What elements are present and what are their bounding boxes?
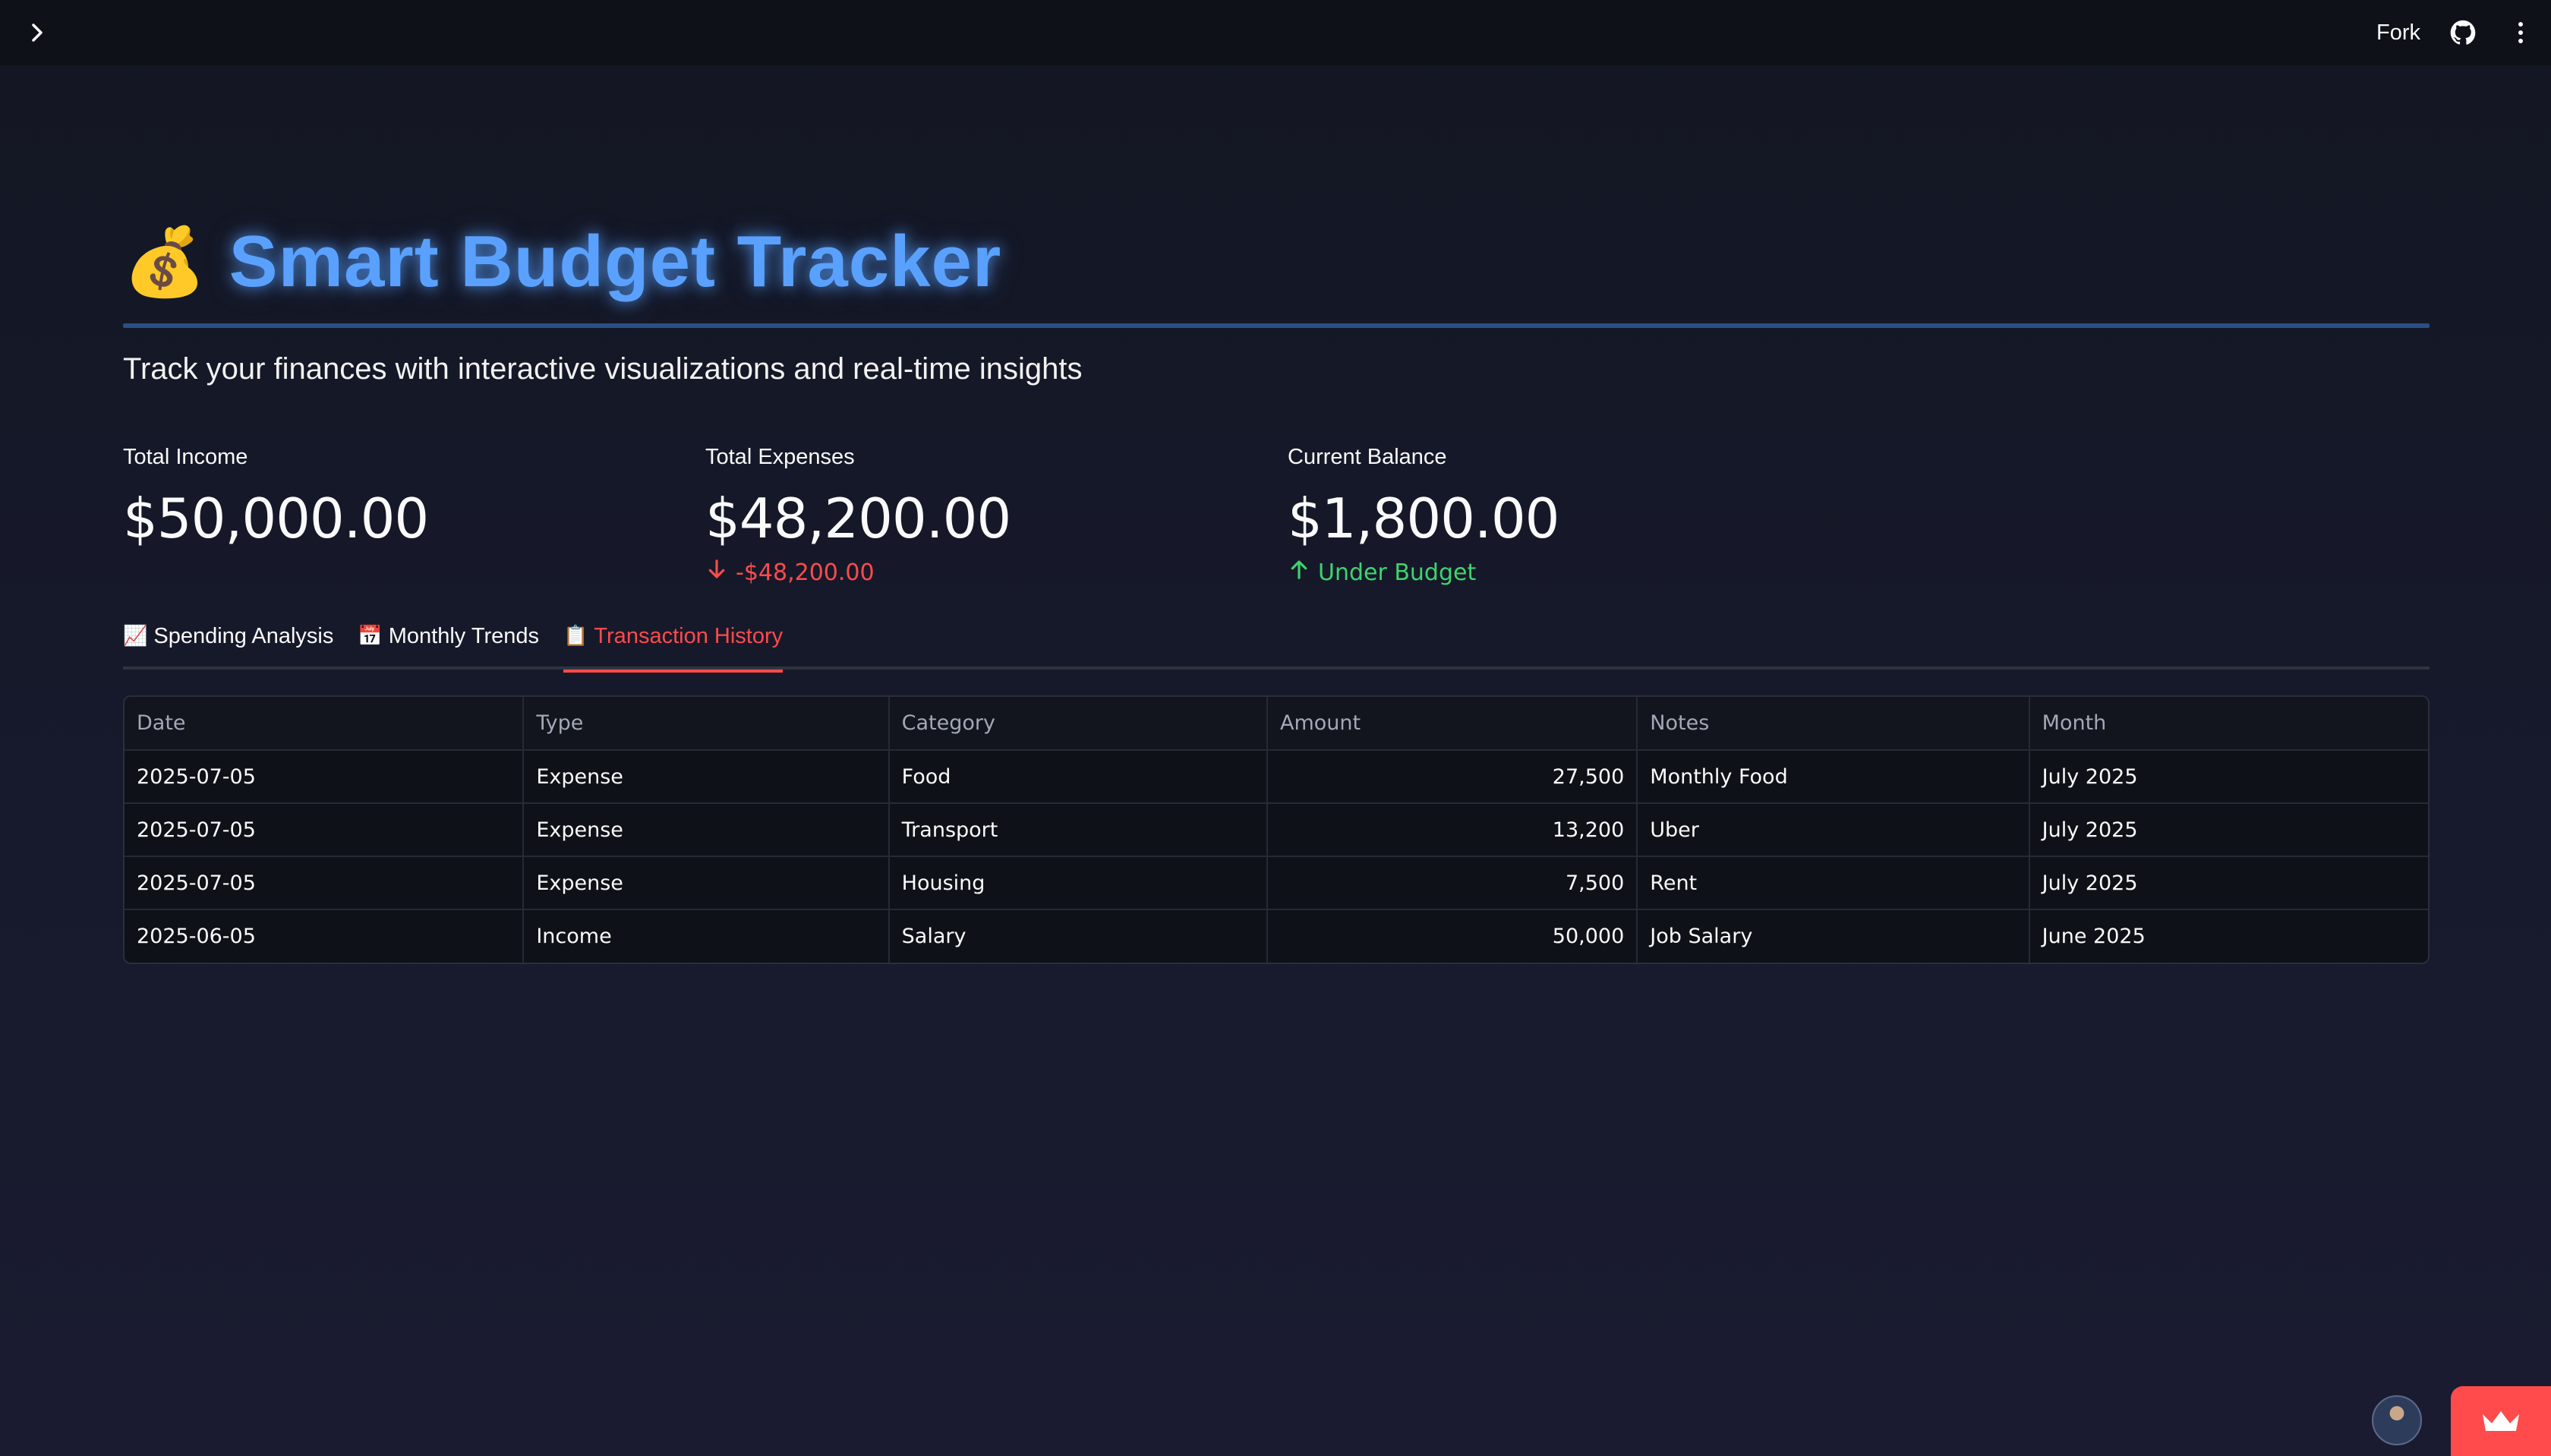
cell-type[interactable]: Expense	[523, 803, 890, 857]
metric-delta-text: -$48,200.00	[736, 559, 875, 586]
metric-delta: Under Budget	[1288, 558, 1559, 587]
cell-amount[interactable]: 50,000	[1266, 909, 1638, 963]
fork-button[interactable]: Fork	[2376, 20, 2420, 46]
tab-spending-analysis[interactable]: 📈 Spending Analysis	[123, 616, 333, 670]
cell-date[interactable]: 2025-07-05	[125, 803, 525, 857]
chart-increasing-icon: 📈	[123, 624, 148, 647]
metric-value: $1,800.00	[1288, 487, 1559, 550]
tab-bar: 📈 Spending Analysis 📅 Monthly Trends 📋 T…	[123, 616, 2430, 673]
cell-date[interactable]: 2025-07-05	[125, 750, 525, 804]
cell-amount[interactable]: 27,500	[1266, 750, 1638, 804]
cell-type[interactable]: Expense	[523, 856, 890, 910]
cell-category[interactable]: Housing	[888, 856, 1268, 910]
metrics-row: Total Income $50,000.00 Total Expenses $…	[123, 445, 2430, 597]
tab-label: Spending Analysis	[153, 624, 334, 648]
cell-month[interactable]: July 2025	[2029, 803, 2428, 857]
chevron-right-icon[interactable]	[21, 17, 53, 49]
metric-label: Total Expenses	[705, 445, 855, 469]
column-header-month[interactable]: Month	[2029, 697, 2428, 751]
title-divider	[123, 323, 2430, 328]
cell-date[interactable]: 2025-07-05	[125, 856, 525, 910]
cell-notes[interactable]: Uber	[1637, 803, 2030, 857]
page-title-text: Smart Budget Tracker	[229, 221, 1002, 302]
metric-total-income: Total Income $50,000.00	[123, 445, 429, 550]
crown-icon[interactable]	[2451, 1386, 2551, 1456]
more-vert-icon[interactable]	[2505, 17, 2536, 48]
column-header-amount[interactable]: Amount	[1266, 697, 1638, 751]
metric-value: $48,200.00	[705, 487, 1011, 550]
cell-month[interactable]: June 2025	[2029, 909, 2428, 963]
page-title: 💰 Smart Budget Tracker	[123, 220, 1001, 304]
metric-total-expenses: Total Expenses $48,200.00 -$48,200.00	[705, 445, 1011, 587]
arrow-up-icon	[1288, 558, 1310, 587]
table-row: 2025-07-05 Expense Housing 7,500 Rent Ju…	[125, 856, 2428, 910]
metric-label: Current Balance	[1288, 445, 1447, 469]
cell-month[interactable]: July 2025	[2029, 750, 2428, 804]
table-row: 2025-06-05 Income Salary 50,000 Job Sala…	[125, 909, 2428, 963]
arrow-down-icon	[705, 558, 728, 587]
calendar-icon: 📅	[358, 624, 383, 647]
metric-value: $50,000.00	[123, 487, 429, 550]
avatar[interactable]	[2372, 1395, 2422, 1445]
table-row: 2025-07-05 Expense Transport 13,200 Uber…	[125, 803, 2428, 857]
metric-delta-text: Under Budget	[1318, 559, 1477, 586]
column-header-category[interactable]: Category	[888, 697, 1268, 751]
column-header-type[interactable]: Type	[523, 697, 890, 751]
cell-category[interactable]: Salary	[888, 909, 1268, 963]
cell-type[interactable]: Expense	[523, 750, 890, 804]
page-subtitle: Track your finances with interactive vis…	[123, 352, 1083, 386]
cell-amount[interactable]: 13,200	[1266, 803, 1638, 857]
metric-label: Total Income	[123, 445, 248, 469]
table-row: 2025-07-05 Expense Food 27,500 Monthly F…	[125, 750, 2428, 804]
tab-monthly-trends[interactable]: 📅 Monthly Trends	[358, 616, 539, 670]
cell-amount[interactable]: 7,500	[1266, 856, 1638, 910]
column-header-date[interactable]: Date	[125, 697, 525, 751]
top-bar: Fork	[0, 0, 2551, 65]
cell-type[interactable]: Income	[523, 909, 890, 963]
cell-category[interactable]: Food	[888, 750, 1268, 804]
github-icon[interactable]	[2448, 17, 2478, 48]
metric-current-balance: Current Balance $1,800.00 Under Budget	[1288, 445, 1559, 587]
tab-transaction-history[interactable]: 📋 Transaction History	[563, 616, 784, 673]
cell-notes[interactable]: Job Salary	[1637, 909, 2030, 963]
clipboard-icon: 📋	[563, 624, 588, 647]
money-bag-icon: 💰	[123, 224, 207, 299]
cell-category[interactable]: Transport	[888, 803, 1268, 857]
cell-date[interactable]: 2025-06-05	[125, 909, 525, 963]
column-header-notes[interactable]: Notes	[1637, 697, 2030, 751]
cell-month[interactable]: July 2025	[2029, 856, 2428, 910]
cell-notes[interactable]: Rent	[1637, 856, 2030, 910]
tab-label: Monthly Trends	[388, 624, 540, 648]
transactions-table[interactable]: Date Type Category Amount Notes Month 20…	[123, 695, 2430, 964]
cell-notes[interactable]: Monthly Food	[1637, 750, 2030, 804]
toolbar-actions: Fork	[2376, 14, 2536, 52]
tab-label: Transaction History	[594, 624, 784, 648]
metric-delta: -$48,200.00	[705, 558, 1011, 587]
table-header-row: Date Type Category Amount Notes Month	[125, 697, 2428, 751]
